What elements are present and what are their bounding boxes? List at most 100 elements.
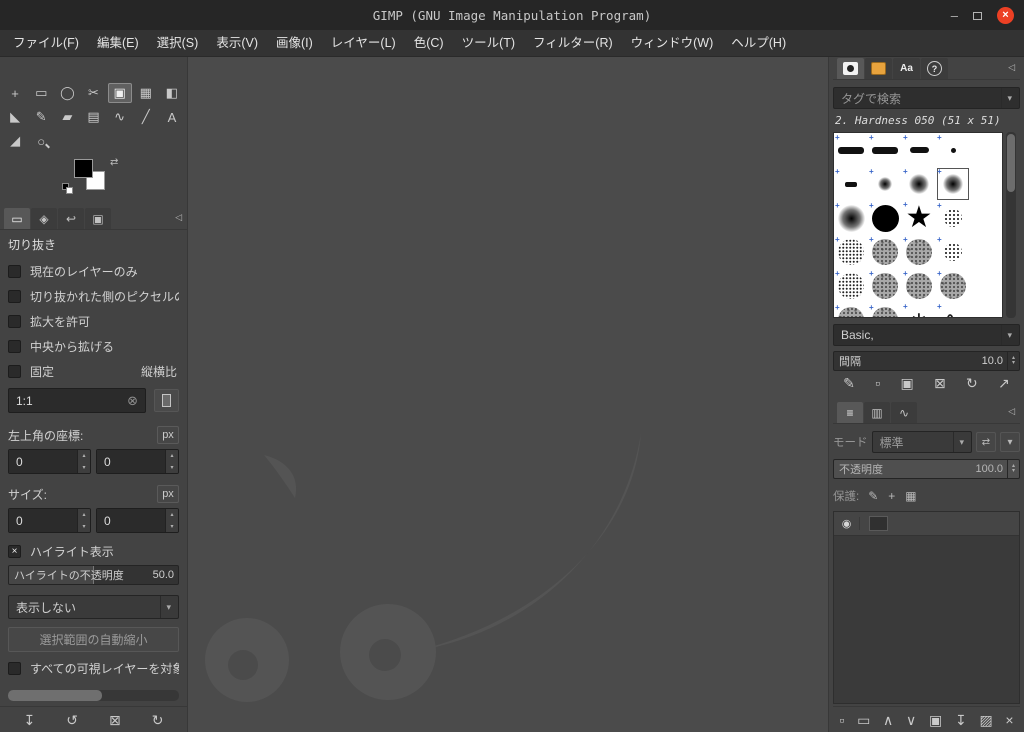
close-button[interactable]: × bbox=[997, 6, 1014, 24]
brush-item[interactable] bbox=[834, 167, 868, 201]
brush-item[interactable] bbox=[936, 167, 970, 201]
duplicate-layer-icon[interactable]: ▣ bbox=[929, 713, 942, 727]
zoom-tool[interactable]: ○ bbox=[29, 131, 53, 151]
delete-brush-icon[interactable]: ⊠ bbox=[934, 376, 946, 390]
tab-paths[interactable]: ∿ bbox=[891, 402, 917, 423]
brush-item[interactable] bbox=[868, 167, 902, 201]
tab-channels[interactable]: ▥ bbox=[864, 402, 890, 423]
ink-tool[interactable]: ╱ bbox=[134, 107, 158, 127]
default-colors-icon[interactable] bbox=[62, 183, 76, 197]
color-picker-tool[interactable]: ◢ bbox=[3, 131, 27, 151]
fixed-mode-dropdown[interactable]: 縦横比 bbox=[141, 363, 179, 380]
save-options-icon[interactable]: ↧ bbox=[24, 713, 36, 727]
delete-layer-icon[interactable]: × bbox=[1005, 713, 1013, 727]
mode-menu-chevron-icon[interactable]: ▾ bbox=[1000, 432, 1020, 452]
brush-item[interactable] bbox=[834, 201, 868, 235]
edit-brush-icon[interactable]: ✎ bbox=[843, 376, 855, 390]
position-x-input[interactable]: 0 ▴ ▾ bbox=[8, 449, 91, 474]
spacing-slider[interactable]: 間隔 10.0 ▴ ▾ bbox=[833, 351, 1020, 371]
menu-help[interactable]: ヘルプ(H) bbox=[722, 30, 795, 57]
brush-item[interactable] bbox=[902, 133, 936, 167]
scrollbar-thumb[interactable] bbox=[1007, 134, 1015, 192]
new-brush-icon[interactable]: ▫ bbox=[875, 376, 880, 390]
switch-mode-group-icon[interactable]: ⇄ bbox=[976, 432, 996, 452]
size-height-spinner[interactable]: ▴ ▾ bbox=[165, 509, 178, 532]
smudge-tool[interactable]: ∿ bbox=[108, 107, 132, 127]
brush-item[interactable] bbox=[902, 269, 936, 303]
brush-item[interactable] bbox=[936, 269, 970, 303]
brush-item[interactable] bbox=[868, 269, 902, 303]
brush-item[interactable] bbox=[868, 235, 902, 269]
minimize-button[interactable]: – bbox=[951, 9, 958, 22]
aspect-ratio-input[interactable]: 1:1 ⊗ bbox=[8, 388, 146, 413]
layer-row[interactable]: ◉ bbox=[834, 512, 1019, 536]
menu-select[interactable]: 選択(S) bbox=[148, 30, 208, 57]
brush-item[interactable]: ∗ bbox=[902, 303, 936, 317]
checkbox[interactable] bbox=[8, 290, 21, 303]
tab-patterns[interactable] bbox=[865, 58, 892, 79]
rect-select-tool[interactable]: ▭ bbox=[29, 83, 53, 103]
tab-help[interactable]: ? bbox=[921, 58, 948, 79]
lock-pixels-icon[interactable]: ✎ bbox=[868, 490, 878, 502]
tool-options-scrollbar[interactable] bbox=[8, 690, 179, 701]
configure-tab-icon[interactable]: ◁ bbox=[175, 212, 182, 223]
menu-colors[interactable]: 色(C) bbox=[405, 30, 453, 57]
configure-tab-icon[interactable]: ◁ bbox=[1008, 62, 1015, 73]
free-select-tool[interactable]: ◯ bbox=[55, 83, 79, 103]
menu-tools[interactable]: ツール(T) bbox=[453, 30, 524, 57]
brush-item[interactable] bbox=[834, 269, 868, 303]
portrait-toggle-button[interactable] bbox=[154, 389, 179, 412]
brush-item[interactable] bbox=[936, 201, 970, 235]
bucket-fill-tool[interactable]: ◣ bbox=[3, 107, 27, 127]
foreground-color[interactable] bbox=[74, 159, 93, 178]
brush-item[interactable] bbox=[902, 167, 936, 201]
brush-item[interactable] bbox=[834, 303, 868, 317]
text-tool[interactable]: A bbox=[160, 107, 184, 127]
brush-item[interactable] bbox=[936, 133, 970, 167]
tab-images[interactable]: ▣ bbox=[85, 208, 111, 229]
clone-tool[interactable]: ▤ bbox=[81, 107, 105, 127]
unified-transform-tool[interactable]: ▦ bbox=[134, 83, 158, 103]
tab-brushes[interactable] bbox=[837, 58, 864, 79]
auto-shrink-button[interactable]: 選択範囲の自動縮小 bbox=[8, 627, 179, 652]
visibility-eye-icon[interactable]: ◉ bbox=[834, 517, 860, 530]
position-unit-button[interactable]: px bbox=[157, 426, 179, 444]
size-width-input[interactable]: 0 ▴ ▾ bbox=[8, 508, 91, 533]
brush-item[interactable]: ∿ bbox=[936, 303, 970, 317]
menu-edit[interactable]: 編集(E) bbox=[88, 30, 148, 57]
position-x-spinner[interactable]: ▴ ▾ bbox=[77, 450, 90, 473]
brush-tag-dropdown[interactable]: Basic, ▾ bbox=[833, 324, 1020, 346]
size-height-input[interactable]: 0 ▴ ▾ bbox=[96, 508, 179, 533]
tab-fonts[interactable]: Aa bbox=[893, 58, 920, 79]
lock-position-icon[interactable]: + bbox=[888, 490, 895, 502]
brush-item[interactable] bbox=[868, 303, 902, 317]
guide-lines-dropdown[interactable]: 表示しない ▾ bbox=[8, 595, 179, 619]
swap-colors-icon[interactable]: ⇄ bbox=[110, 157, 118, 168]
new-layer-group-icon[interactable]: ▭ bbox=[857, 713, 870, 727]
checkbox[interactable] bbox=[8, 315, 21, 328]
crop-tool[interactable]: ▣ bbox=[107, 83, 132, 103]
handle-transform-tool[interactable]: ◧ bbox=[160, 83, 184, 103]
brush-item[interactable] bbox=[936, 235, 970, 269]
tab-undo-history[interactable]: ↩ bbox=[58, 208, 84, 229]
duplicate-brush-icon[interactable]: ▣ bbox=[900, 376, 913, 390]
add-layer-mask-icon[interactable]: ▨ bbox=[979, 713, 992, 727]
menu-layer[interactable]: レイヤー(L) bbox=[322, 30, 405, 57]
menu-view[interactable]: 表示(V) bbox=[207, 30, 267, 57]
configure-tab-icon[interactable]: ◁ bbox=[1008, 406, 1015, 417]
eraser-tool[interactable]: ▰ bbox=[55, 107, 79, 127]
checkbox[interactable] bbox=[8, 265, 21, 278]
tab-layers[interactable]: ≡ bbox=[837, 402, 863, 423]
mode-dropdown[interactable]: 標準 ▾ bbox=[871, 431, 972, 453]
menu-windows[interactable]: ウィンドウ(W) bbox=[622, 30, 723, 57]
refresh-brushes-icon[interactable]: ↻ bbox=[966, 376, 978, 390]
scissors-select-tool[interactable]: ✂ bbox=[81, 83, 105, 103]
brush-item[interactable]: ★ bbox=[902, 201, 936, 235]
merge-down-icon[interactable]: ↧ bbox=[955, 713, 967, 727]
shrink-merged-checkbox[interactable] bbox=[8, 662, 21, 675]
position-y-spinner[interactable]: ▴ ▾ bbox=[165, 450, 178, 473]
scrollbar-thumb[interactable] bbox=[8, 690, 103, 701]
menu-image[interactable]: 画像(I) bbox=[267, 30, 322, 57]
restore-options-icon[interactable]: ↺ bbox=[66, 713, 78, 727]
delete-options-icon[interactable]: ⊠ bbox=[109, 713, 121, 727]
